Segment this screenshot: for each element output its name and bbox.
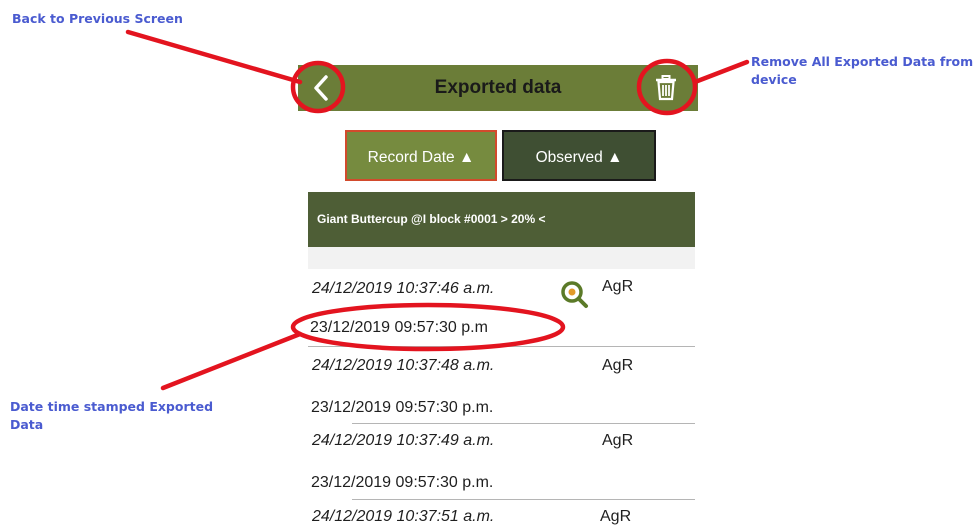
app-header: Exported data <box>298 65 698 111</box>
search-icon[interactable] <box>560 279 590 309</box>
record-code: AgR <box>602 278 634 295</box>
row-divider <box>352 499 695 500</box>
annotation-remove-line2: device <box>751 72 797 87</box>
export-timestamp: 24/12/2019 10:37:48 a.m. <box>312 357 495 374</box>
export-timestamp: 24/12/2019 10:37:46 a.m. <box>312 280 495 297</box>
export-timestamp: 24/12/2019 10:37:49 a.m. <box>312 432 495 449</box>
record-timestamp: 23/12/2019 09:57:30 p.m. <box>311 474 494 491</box>
annotation-date-line1: Date time stamped Exported <box>10 399 214 414</box>
back-button[interactable] <box>304 71 338 105</box>
record-code: AgR <box>602 357 634 374</box>
chevron-left-icon <box>314 75 328 101</box>
record-timestamp: 23/12/2019 09:57:30 p.m. <box>311 399 494 416</box>
annotation-arrow-date <box>160 331 303 391</box>
record-timestamp: 23/12/2019 09:57:30 p.m <box>310 319 488 336</box>
record-code: AgR <box>600 508 632 525</box>
trash-icon <box>656 75 676 101</box>
annotation-date-label: Date time stamped Exported Data <box>10 398 220 434</box>
group-header: Giant Buttercup @I block #0001 > 20% < <box>308 192 695 247</box>
annotation-back-label: Back to Previous Screen <box>12 11 183 26</box>
delete-all-button[interactable] <box>650 72 682 104</box>
record-code: AgR <box>602 432 634 449</box>
page-title: Exported data <box>434 77 562 98</box>
list-spacer <box>308 247 695 269</box>
annotation-arrow-remove <box>692 59 750 85</box>
row-divider <box>308 346 695 347</box>
sort-record-date-button[interactable]: Record Date ▲ <box>345 130 497 181</box>
annotation-date-line2: Data <box>10 417 44 432</box>
export-timestamp: 24/12/2019 10:37:51 a.m. <box>312 508 495 525</box>
sort-observed-button[interactable]: Observed ▲ <box>502 130 656 181</box>
row-divider <box>352 423 695 424</box>
annotation-arrow-back <box>125 29 303 85</box>
annotation-remove-label: Remove All Exported Data from device <box>751 53 979 89</box>
annotation-remove-line1: Remove All Exported Data from <box>751 54 974 69</box>
